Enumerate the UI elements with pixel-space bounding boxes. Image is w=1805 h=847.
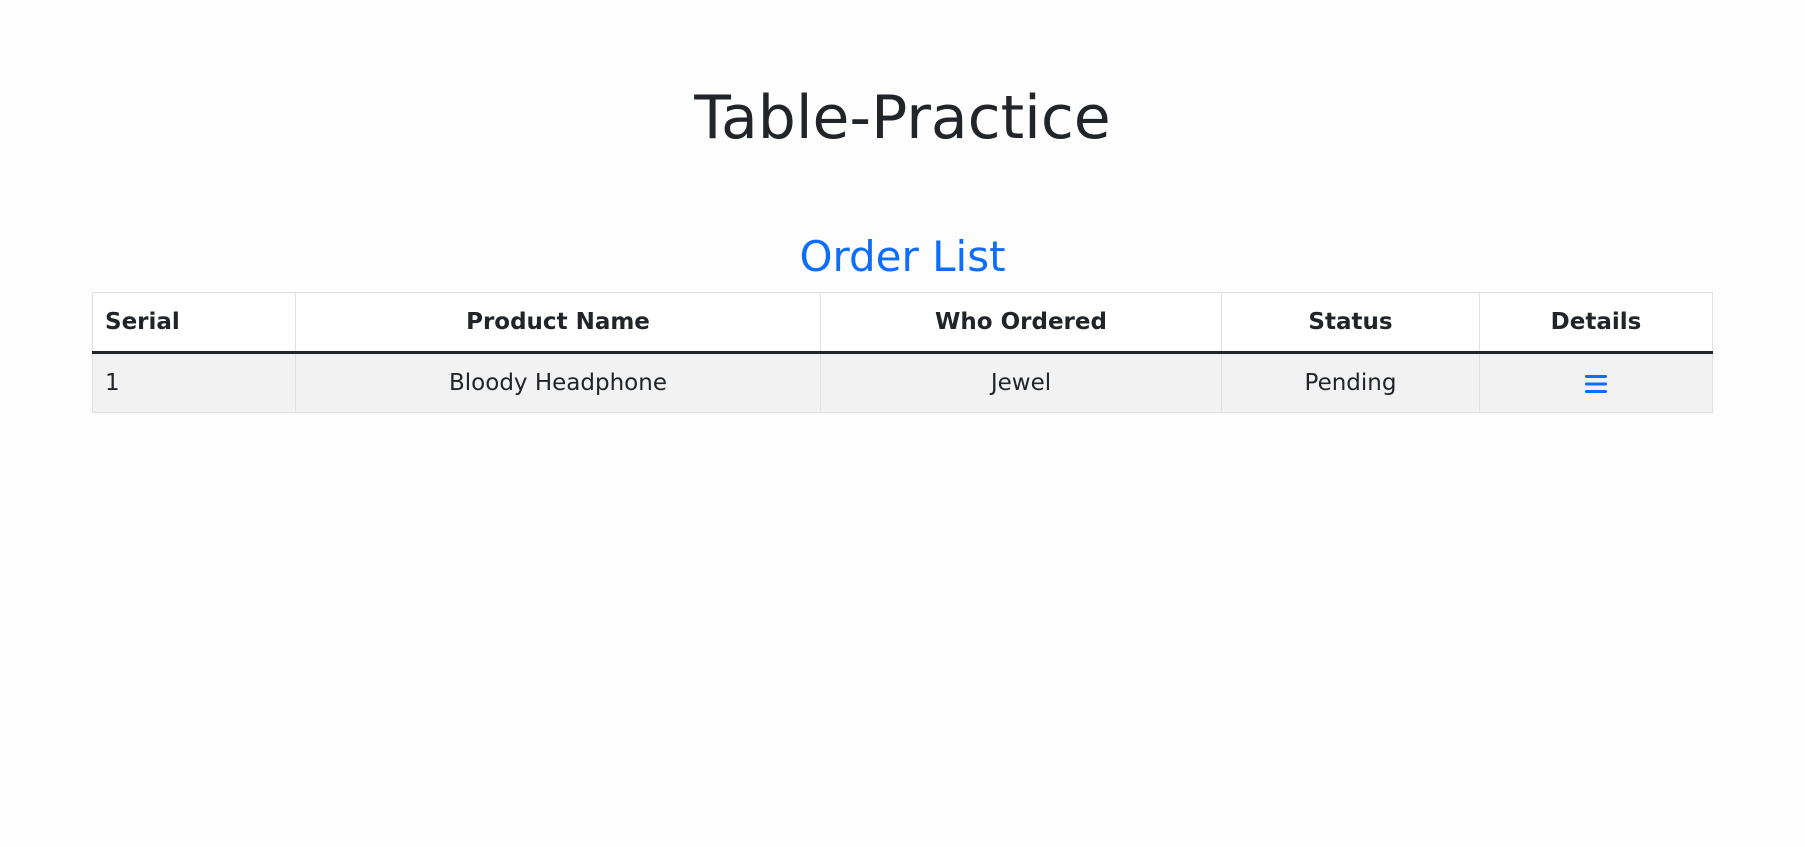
menu-icon[interactable] — [1585, 374, 1607, 394]
order-table-container: Serial Product Name Who Ordered Status D… — [92, 292, 1713, 413]
page-title: Table-Practice — [694, 83, 1111, 153]
order-list-title: Order List — [799, 232, 1006, 281]
cell-product-name: Bloody Headphone — [295, 352, 821, 413]
column-header-status: Status — [1221, 292, 1480, 354]
cell-status: Pending — [1221, 352, 1480, 413]
menu-icon-graphic — [1585, 374, 1607, 393]
table-header: Serial Product Name Who Ordered Status D… — [92, 292, 1713, 354]
column-header-serial: Serial — [92, 292, 296, 354]
cell-who-ordered: Jewel — [820, 352, 1222, 413]
column-header-product-name: Product Name — [295, 292, 821, 354]
cell-serial: 1 — [92, 352, 296, 413]
table-row: 1 Bloody Headphone Jewel Pending — [92, 352, 1713, 413]
table-header-row: Serial Product Name Who Ordered Status D… — [92, 292, 1713, 354]
table-body: 1 Bloody Headphone Jewel Pending — [92, 352, 1713, 413]
cell-details — [1479, 352, 1713, 413]
order-table: Serial Product Name Who Ordered Status D… — [92, 292, 1713, 413]
column-header-details: Details — [1479, 292, 1713, 354]
page: Table-Practice Order List Serial Product… — [0, 0, 1805, 847]
column-header-who-ordered: Who Ordered — [820, 292, 1222, 354]
